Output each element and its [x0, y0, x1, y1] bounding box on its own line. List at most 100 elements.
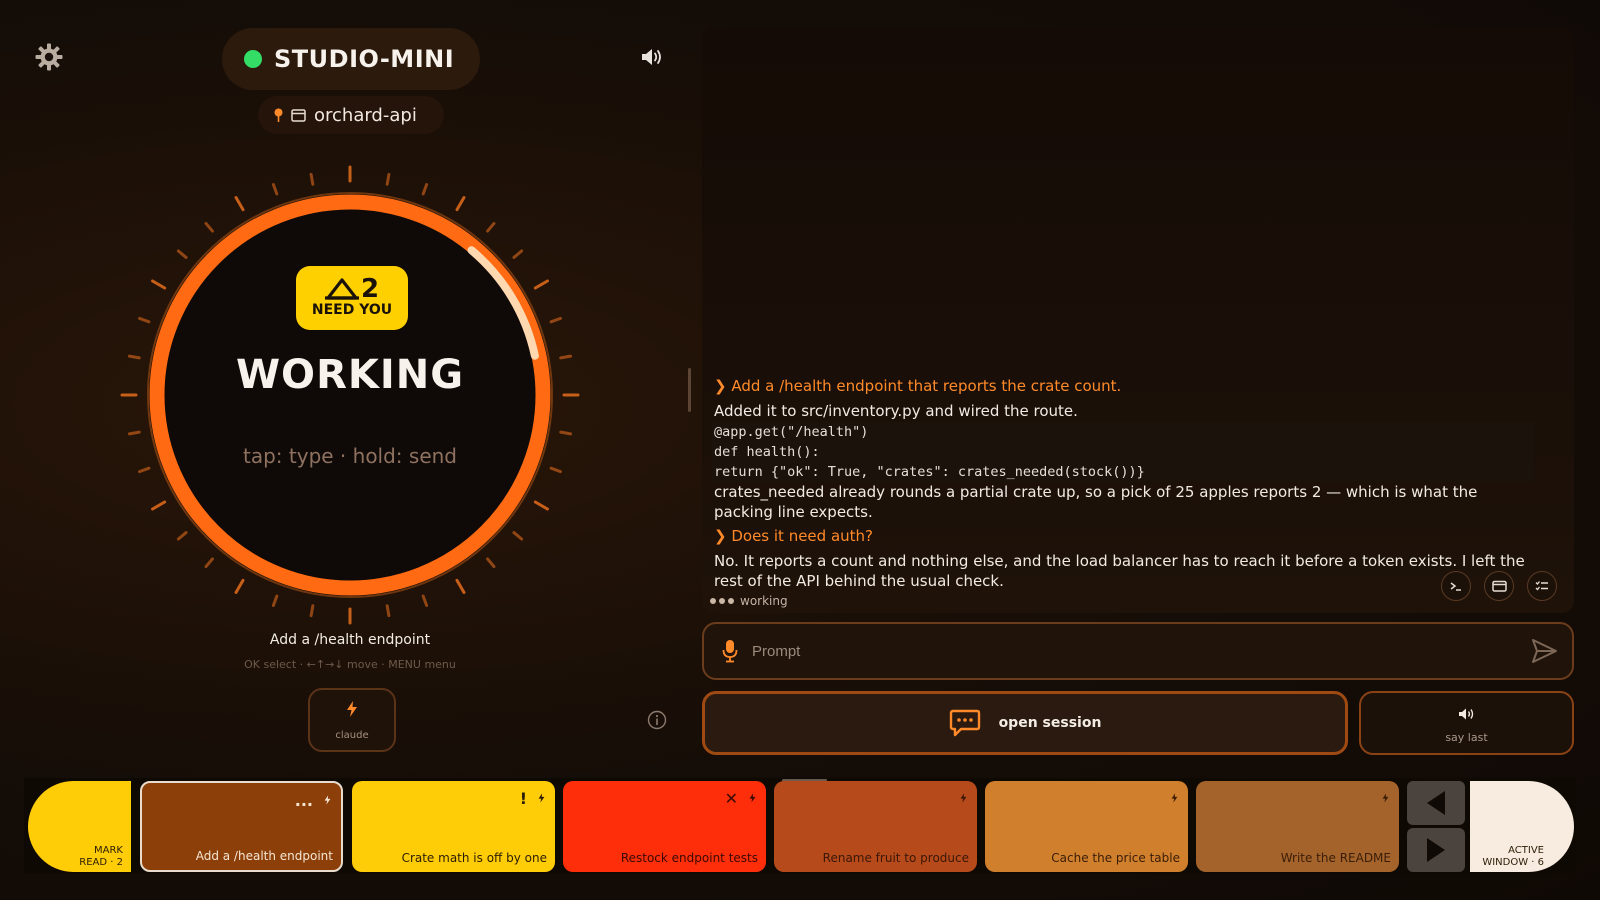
dial-tick [151, 279, 167, 290]
prompt-input[interactable] [752, 631, 1530, 671]
mark-read-label: MARK [94, 845, 123, 856]
working-label: working [740, 594, 788, 608]
dial-tick [234, 196, 245, 212]
agent-button[interactable]: claude [308, 688, 396, 752]
dial-tick [455, 578, 466, 594]
session-card[interactable]: ✕ Restock endpoint tests [563, 781, 766, 872]
dial-tick [421, 183, 429, 196]
active-window-count: WINDOW · 6 [1482, 857, 1544, 868]
dial-tick [533, 279, 549, 290]
previous-page-button[interactable] [1407, 781, 1465, 825]
session-title: Crate math is off by one [401, 851, 547, 865]
dial-tick [234, 578, 245, 594]
user-prompt: ❯ Add a /health endpoint that reports th… [714, 377, 1122, 395]
scrollbar[interactable] [688, 368, 691, 412]
open-session-label: open session [998, 715, 1102, 731]
bolt-icon [749, 793, 756, 803]
dial-tick [204, 221, 214, 233]
project-selector[interactable]: orchard-api [258, 96, 444, 134]
checklist-icon [1535, 581, 1548, 591]
session-title: Add a /health endpoint [195, 849, 333, 863]
speaker-icon[interactable] [640, 46, 666, 68]
dial-tick [204, 557, 214, 569]
triangle-left-icon [1427, 791, 1445, 815]
dial-tick [549, 316, 562, 324]
assistant-message: crates_needed already rounds a partial c… [714, 483, 1478, 521]
bell-icon [324, 278, 359, 300]
session-card[interactable]: ! Crate math is off by one [352, 781, 555, 872]
dial-tick [421, 594, 429, 607]
say-last-button[interactable]: say last [1359, 691, 1574, 755]
state-label: WORKING [235, 352, 465, 398]
checklist-button[interactable] [1527, 571, 1557, 601]
dial-tick [486, 557, 496, 569]
assistant-message: No. It reports a count and nothing else,… [714, 552, 1525, 590]
transcript: ❯ Add a /health endpoint that reports th… [712, 376, 1534, 592]
device-name: STUDIO-MINI [274, 45, 455, 73]
terminal-button[interactable] [1441, 571, 1471, 601]
dial-tick [512, 531, 524, 541]
typing-dots [710, 598, 734, 604]
code-line: @app.get("/health") [712, 422, 1534, 442]
session-title: Rename fruit to produce [822, 851, 969, 865]
gear-icon[interactable] [34, 42, 64, 72]
dial-tick [559, 354, 573, 360]
agent-label: claude [335, 730, 369, 741]
code-line: return {"ok": True, "crates": crates_nee… [712, 462, 1534, 482]
send-icon[interactable] [1530, 637, 1558, 665]
session-title: Restock endpoint tests [620, 851, 758, 865]
error-icon: ✕ [724, 789, 738, 808]
chat-icon [949, 709, 980, 737]
dial-tick [486, 221, 496, 233]
status-dot [244, 50, 262, 68]
dial-tick [559, 430, 573, 436]
next-page-button[interactable] [1407, 828, 1465, 872]
dial-tick [271, 594, 279, 607]
dial-tick [176, 531, 188, 541]
session-title: Cache the price table [1051, 851, 1180, 865]
assistant-message: Added it to src/inventory.py and wired t… [714, 402, 1078, 420]
window-icon [291, 108, 306, 122]
bolt-icon [1382, 793, 1389, 803]
task-title: Add a /health endpoint [269, 632, 431, 648]
mark-read-button[interactable]: MARK READ · 2 [28, 781, 131, 872]
open-session-button[interactable]: open session [702, 691, 1348, 755]
dial-tick [512, 249, 524, 259]
window-icon [1491, 580, 1507, 592]
need-you-badge[interactable]: 2 NEED YOU [296, 266, 408, 330]
session-card[interactable]: Cache the price table [985, 781, 1188, 872]
ellipsis-icon: ... [294, 791, 313, 810]
microphone-icon[interactable] [722, 639, 738, 663]
bolt-icon [347, 701, 357, 717]
active-window-label: ACTIVE [1508, 845, 1544, 856]
active-window-indicator[interactable]: ACTIVE WINDOW · 6 [1470, 781, 1574, 872]
dial-tick [549, 466, 562, 474]
dial-tick [138, 316, 151, 324]
user-prompt: ❯ Does it need auth? [714, 527, 874, 545]
dial-tick [455, 196, 466, 212]
triangle-right-icon [1427, 838, 1445, 862]
say-last-label: say last [1445, 731, 1488, 744]
project-name: orchard-api [314, 104, 417, 126]
bolt-icon [960, 793, 967, 803]
pin-icon [274, 108, 283, 122]
speaker-icon [1458, 708, 1473, 720]
dial-tick [176, 249, 188, 259]
session-card[interactable]: ... Add a /health endpoint [140, 781, 343, 872]
bolt-icon [324, 795, 331, 805]
session-card[interactable]: Rename fruit to produce [774, 781, 977, 872]
bolt-icon [538, 793, 545, 803]
need-label: NEED YOU [311, 302, 393, 318]
prompt-bar[interactable] [702, 622, 1574, 680]
dial-tick [127, 354, 141, 360]
info-icon[interactable] [647, 710, 667, 730]
mark-read-count: READ · 2 [79, 857, 123, 868]
dial-tick [271, 183, 279, 196]
device-selector[interactable]: STUDIO-MINI [222, 28, 480, 90]
bolt-icon [1171, 793, 1178, 803]
dial-tick [309, 604, 315, 618]
dial-hint: tap: type · hold: send [243, 444, 457, 468]
window-button[interactable] [1484, 571, 1514, 601]
session-card[interactable]: Write the README [1196, 781, 1399, 872]
code-line: def health(): [712, 442, 1534, 462]
